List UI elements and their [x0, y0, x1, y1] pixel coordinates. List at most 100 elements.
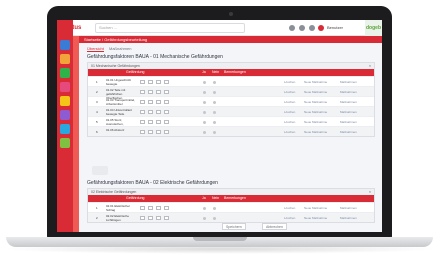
new-measure-link[interactable]: Neue Maßnahme: [304, 206, 327, 210]
risk-input[interactable]: [148, 120, 153, 124]
no-radio[interactable]: [213, 91, 216, 94]
risk-input[interactable]: [148, 80, 153, 84]
no-radio[interactable]: [213, 131, 216, 134]
delete-link[interactable]: Löschen: [284, 216, 295, 220]
measures-link[interactable]: Maßnahmen: [340, 110, 357, 114]
risk-input[interactable]: [140, 130, 145, 134]
yes-radio[interactable]: [203, 131, 206, 134]
hazard-name: 02.02 Elektrische Lichtbögen: [106, 214, 130, 222]
risk-input[interactable]: [140, 216, 145, 220]
measures-link[interactable]: Maßnahmen: [340, 100, 357, 104]
yes-radio[interactable]: [203, 101, 206, 104]
measures-link[interactable]: Maßnahmen: [340, 206, 357, 210]
risk-input[interactable]: [140, 206, 145, 210]
save-button[interactable]: Speichern: [222, 223, 246, 230]
add-row-button[interactable]: [92, 166, 108, 175]
risk-input[interactable]: [156, 90, 161, 94]
cancel-button[interactable]: Abbrechen: [262, 223, 287, 230]
no-radio[interactable]: [213, 207, 216, 210]
no-radio[interactable]: [213, 111, 216, 114]
yes-radio[interactable]: [203, 207, 206, 210]
table-header: Gefährdung Ja Nein Bemerkungen: [88, 195, 374, 202]
measures-link[interactable]: Maßnahmen: [340, 90, 357, 94]
risk-input[interactable]: [148, 90, 153, 94]
document-icon[interactable]: [60, 124, 70, 134]
risk-input[interactable]: [164, 206, 169, 210]
risk-input[interactable]: [156, 130, 161, 134]
risk-input[interactable]: [140, 110, 145, 114]
delete-link[interactable]: Löschen: [284, 90, 295, 94]
measures-link[interactable]: Maßnahmen: [340, 216, 357, 220]
new-measure-link[interactable]: Neue Maßnahme: [304, 130, 327, 134]
new-measure-link[interactable]: Neue Maßnahme: [304, 100, 327, 104]
delete-link[interactable]: Löschen: [284, 130, 295, 134]
tab-overview[interactable]: Übersicht: [87, 46, 104, 52]
no-radio[interactable]: [213, 81, 216, 84]
check-icon[interactable]: [60, 138, 70, 148]
no-radio[interactable]: [213, 121, 216, 124]
settings-icon[interactable]: [299, 25, 305, 31]
delete-link[interactable]: Löschen: [284, 206, 295, 210]
risk-input[interactable]: [140, 120, 145, 124]
risk-input[interactable]: [164, 100, 169, 104]
users-icon[interactable]: [60, 82, 70, 92]
risk-input[interactable]: [148, 100, 153, 104]
user-menu[interactable]: Benutzer: [327, 23, 363, 33]
yes-radio[interactable]: [203, 121, 206, 124]
risk-input[interactable]: [164, 90, 169, 94]
no-radio[interactable]: [213, 217, 216, 220]
delete-link[interactable]: Löschen: [284, 120, 295, 124]
new-measure-link[interactable]: Neue Maßnahme: [304, 80, 327, 84]
risk-input[interactable]: [156, 216, 161, 220]
new-measure-link[interactable]: Neue Maßnahme: [304, 110, 327, 114]
tab-measures[interactable]: Maßnahmen: [109, 46, 131, 51]
risk-input[interactable]: [156, 206, 161, 210]
measures-link[interactable]: Maßnahmen: [340, 130, 357, 134]
measures-link[interactable]: Maßnahmen: [340, 80, 357, 84]
sidebar-nav: [57, 20, 73, 232]
calendar-icon[interactable]: [60, 68, 70, 78]
notification-icon[interactable]: [318, 25, 324, 31]
column-header: Bemerkungen: [224, 70, 246, 74]
measures-link[interactable]: Maßnahmen: [340, 120, 357, 124]
risk-input[interactable]: [140, 90, 145, 94]
warning-icon[interactable]: [60, 96, 70, 106]
risk-input[interactable]: [148, 216, 153, 220]
risk-input[interactable]: [156, 80, 161, 84]
delete-link[interactable]: Löschen: [284, 110, 295, 114]
delete-link[interactable]: Löschen: [284, 100, 295, 104]
new-measure-link[interactable]: Neue Maßnahme: [304, 120, 327, 124]
risk-input[interactable]: [164, 130, 169, 134]
row-number: 3: [96, 100, 98, 104]
yes-radio[interactable]: [203, 217, 206, 220]
new-measure-link[interactable]: Neue Maßnahme: [304, 216, 327, 220]
folder-icon[interactable]: [60, 54, 70, 64]
risk-input[interactable]: [164, 216, 169, 220]
yes-radio[interactable]: [203, 91, 206, 94]
no-radio[interactable]: [213, 101, 216, 104]
risk-input[interactable]: [156, 100, 161, 104]
risk-input[interactable]: [164, 110, 169, 114]
risk-input[interactable]: [156, 120, 161, 124]
panel-label: 02 Elektrische Gefährdungen: [91, 190, 137, 194]
chart-icon[interactable]: [60, 110, 70, 120]
risk-input[interactable]: [148, 206, 153, 210]
risk-input[interactable]: [164, 80, 169, 84]
yes-radio[interactable]: [203, 111, 206, 114]
delete-link[interactable]: Löschen: [284, 80, 295, 84]
risk-input[interactable]: [148, 110, 153, 114]
risk-input[interactable]: [140, 100, 145, 104]
risk-input[interactable]: [140, 80, 145, 84]
hazard-name: 01.04 Unkontrolliert bewegte Teile: [106, 108, 133, 116]
hazard-name: 02.01 Elektrischer Schlag: [106, 204, 131, 212]
yes-radio[interactable]: [203, 81, 206, 84]
risk-input[interactable]: [156, 110, 161, 114]
risk-input[interactable]: [148, 130, 153, 134]
bell-icon[interactable]: [289, 25, 295, 31]
risk-input[interactable]: [164, 120, 169, 124]
home-icon[interactable]: [60, 40, 70, 50]
new-measure-link[interactable]: Neue Maßnahme: [304, 90, 327, 94]
help-icon[interactable]: [309, 25, 315, 31]
search-input[interactable]: Suchen ...: [95, 23, 245, 33]
table-row: 101.01 Ungeschützt bewegte Maschinenteil…: [88, 76, 374, 90]
